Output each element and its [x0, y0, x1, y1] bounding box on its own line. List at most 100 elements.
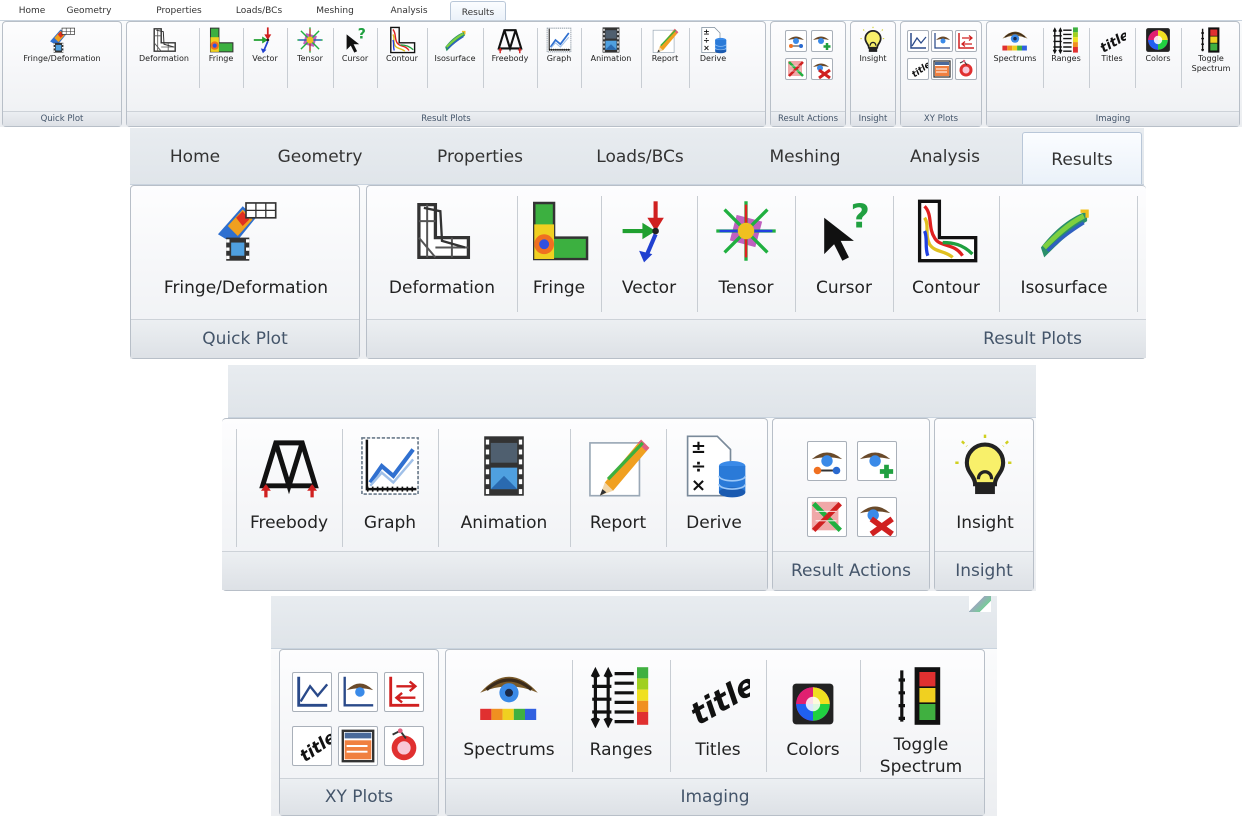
toggle-spectrum-button[interactable]: Toggle Spectrum	[862, 664, 980, 778]
tab-geometry[interactable]: Geometry	[260, 128, 380, 184]
tab-results[interactable]: Results	[450, 1, 506, 21]
tab-loads-bcs[interactable]: Loads/BCs	[228, 0, 290, 20]
result-action-2-button[interactable]	[811, 30, 833, 52]
colors-button[interactable]: Colors	[768, 664, 858, 760]
xy-plot-5-button[interactable]	[931, 58, 953, 80]
report-label: Report	[589, 513, 647, 533]
xy-plot-3-button[interactable]	[384, 672, 424, 712]
tab-loads-bcs[interactable]: Loads/BCs	[580, 128, 700, 184]
tab-analysis[interactable]: Analysis	[380, 0, 438, 20]
animation-button[interactable]: Animation	[583, 26, 639, 63]
tab-analysis[interactable]: Analysis	[890, 128, 1000, 184]
deformation-button[interactable]: Deformation	[371, 198, 513, 298]
titles-button[interactable]: Titles	[672, 664, 764, 760]
xy-plot-2-button[interactable]	[338, 672, 378, 712]
freebody-label: Freebody	[491, 54, 529, 63]
isosurface-button[interactable]: Isosurface	[1001, 198, 1127, 298]
xy-plot-6-button[interactable]	[955, 58, 977, 80]
separator	[670, 660, 671, 772]
eye-add-icon	[858, 442, 896, 480]
result-action-1-button[interactable]	[807, 441, 847, 481]
xy-plot-1-button[interactable]	[292, 672, 332, 712]
titles-button[interactable]: Titles	[1091, 26, 1133, 63]
fringe-deformation-button[interactable]: Fringe/Deformation	[135, 198, 357, 298]
spectrums-button[interactable]: Spectrums	[450, 664, 568, 760]
lightbulb-icon	[859, 26, 887, 54]
vector-icon	[251, 26, 279, 54]
xy-window-icon	[339, 727, 377, 765]
titles-label: Titles	[695, 740, 741, 760]
fringe-icon	[526, 198, 592, 264]
tab-properties[interactable]: Properties	[415, 128, 545, 184]
contour-button[interactable]: Contour	[895, 198, 997, 298]
insight-button[interactable]: Insight	[937, 433, 1033, 533]
xy-plot-3-button[interactable]	[955, 30, 977, 52]
tab-home[interactable]: Home	[8, 0, 56, 20]
report-button[interactable]: Report	[643, 26, 687, 63]
xy-plot-6-button[interactable]	[384, 726, 424, 766]
vector-button[interactable]: Vector	[245, 26, 285, 63]
ranges-button[interactable]: Ranges	[574, 664, 668, 760]
spectrums-button[interactable]: Spectrums	[989, 26, 1041, 63]
eye-add-icon	[812, 31, 832, 51]
fringe-deformation-button[interactable]: Fringe/Deformation	[5, 26, 119, 63]
report-button[interactable]: Report	[572, 433, 664, 533]
graph-button[interactable]: Graph	[344, 433, 436, 533]
result-action-1-button[interactable]	[785, 30, 807, 52]
fringe-button[interactable]: Fringe	[201, 26, 241, 63]
cursor-button[interactable]: Cursor	[335, 26, 375, 63]
group-quick-plot: Fringe/Deformation Quick Plot	[130, 185, 360, 359]
toggle-spectrum-button[interactable]: Toggle Spectrum	[1183, 26, 1239, 74]
animation-button[interactable]: Animation	[440, 433, 568, 533]
freebody-button[interactable]: Freebody	[238, 433, 340, 533]
tab-meshing[interactable]: Meshing	[306, 0, 364, 20]
cursor-button[interactable]: Cursor	[797, 198, 891, 298]
xy-swap-icon	[956, 31, 976, 51]
xy-plot-2-button[interactable]	[931, 30, 953, 52]
isosurface-button[interactable]: Isosurface	[429, 26, 481, 63]
result-action-4-button[interactable]	[857, 497, 897, 537]
spectrums-icon	[1001, 26, 1029, 54]
derive-button[interactable]: Derive	[691, 26, 735, 63]
fringe-label: Fringe	[532, 278, 586, 298]
xy-plot-4-button[interactable]	[907, 58, 929, 80]
ranges-label: Ranges	[1051, 54, 1081, 63]
spectrums-label: Spectrums	[993, 54, 1037, 63]
tab-home[interactable]: Home	[150, 128, 240, 184]
contour-icon	[388, 26, 416, 54]
derive-label: Derive	[699, 54, 727, 63]
tab-results[interactable]: Results	[1022, 132, 1142, 185]
result-action-4-button[interactable]	[811, 58, 833, 80]
tensor-icon	[296, 26, 324, 54]
derive-button[interactable]: Derive	[668, 433, 760, 533]
result-action-3-button[interactable]	[807, 497, 847, 537]
tab-geometry[interactable]: Geometry	[58, 0, 120, 20]
deformation-button[interactable]: Deformation	[131, 26, 197, 63]
tensor-button[interactable]: Tensor	[289, 26, 331, 63]
tab-meshing[interactable]: Meshing	[750, 128, 860, 184]
result-action-3-button[interactable]	[785, 58, 807, 80]
insight-label: Insight	[956, 513, 1014, 533]
insight-button[interactable]: Insight	[853, 26, 893, 63]
colors-button[interactable]: Colors	[1137, 26, 1179, 63]
xy-plot-4-button[interactable]	[292, 726, 332, 766]
group-label-imaging: Imaging	[987, 111, 1239, 126]
graph-button[interactable]: Graph	[539, 26, 579, 63]
group-result-plots: Freebody Graph Animation Report Derive	[222, 418, 768, 591]
tab-properties[interactable]: Properties	[148, 0, 210, 20]
contour-button[interactable]: Contour	[379, 26, 425, 63]
fringe-button[interactable]: Fringe	[519, 198, 599, 298]
xy-plot-1-button[interactable]	[907, 30, 929, 52]
tensor-button[interactable]: Tensor	[699, 198, 793, 298]
graph-icon	[545, 26, 573, 54]
freebody-button[interactable]: Freebody	[485, 26, 535, 63]
cursor-icon	[811, 198, 877, 264]
result-action-2-button[interactable]	[857, 441, 897, 481]
group-label-insight: Insight	[935, 551, 1033, 590]
xy-eye-icon	[339, 673, 377, 711]
xy-curve-icon	[293, 673, 331, 711]
group-label-result-actions: Result Actions	[773, 551, 929, 590]
vector-button[interactable]: Vector	[603, 198, 695, 298]
ranges-button[interactable]: Ranges	[1045, 26, 1087, 63]
xy-plot-5-button[interactable]	[338, 726, 378, 766]
